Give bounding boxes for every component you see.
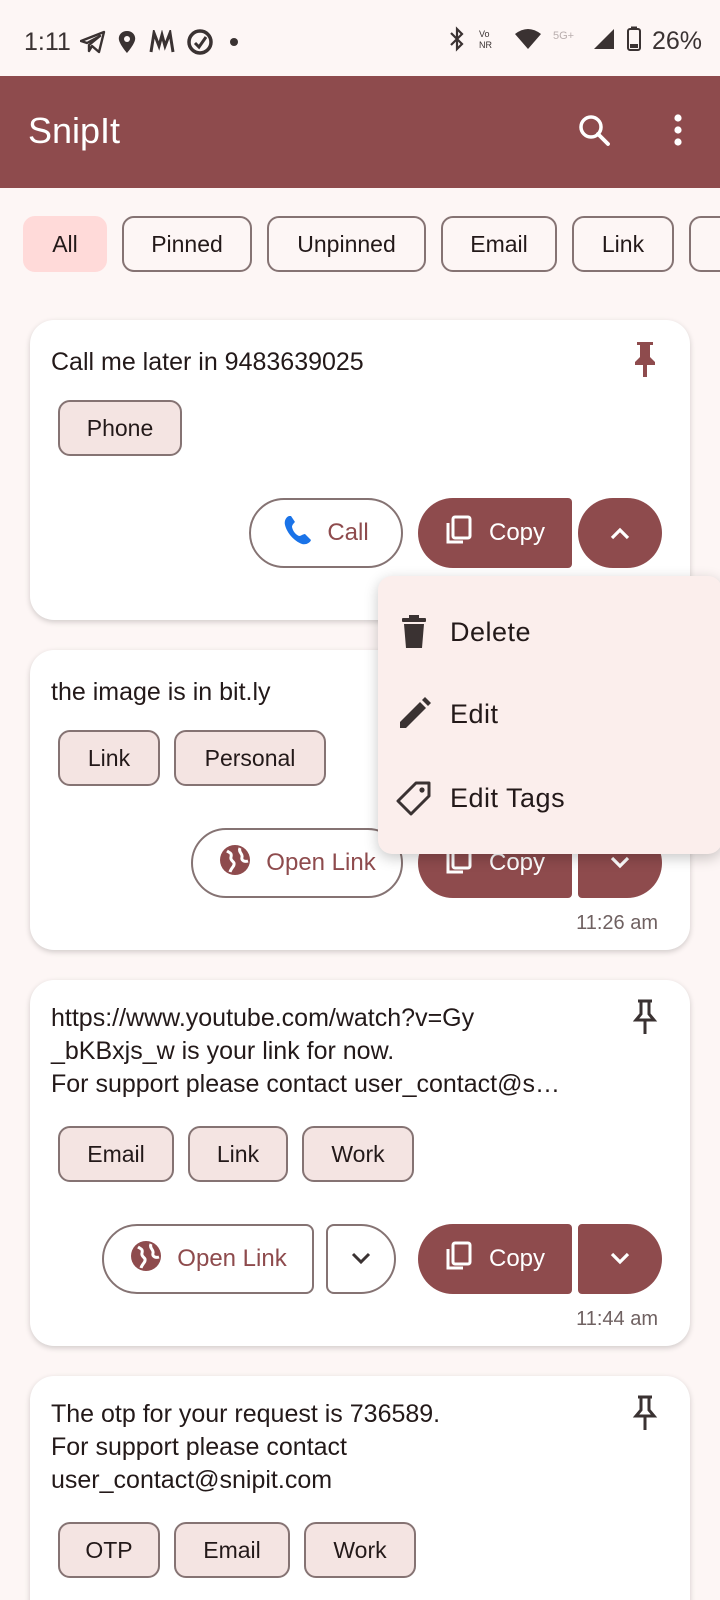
- menu-item-edit-tags[interactable]: Edit Tags: [378, 756, 720, 840]
- filter-chip-unpinned[interactable]: Unpinned: [267, 216, 426, 272]
- app-bar: SnipIt: [0, 76, 720, 188]
- app-logo-icon: [148, 26, 176, 59]
- status-bar: 1:11 Vo NR 5G+ 26%: [0, 0, 720, 76]
- filter-chip-link[interactable]: Link: [572, 216, 674, 272]
- filter-chip-all[interactable]: All: [23, 216, 107, 272]
- dot-icon: [224, 32, 244, 57]
- unpinned-icon[interactable]: [630, 998, 660, 1036]
- chevron-up-icon: [610, 527, 630, 540]
- notification-icons: [79, 26, 244, 61]
- sync-icon: [186, 28, 214, 61]
- tag-chip[interactable]: Email: [174, 1522, 290, 1578]
- more-options-button[interactable]: [654, 106, 702, 154]
- snippet-card[interactable]: The otp for your request is 736589. For …: [30, 1376, 690, 1600]
- tag-chip[interactable]: OTP: [58, 1522, 160, 1578]
- unpinned-icon[interactable]: [630, 1394, 660, 1432]
- expand-menu-button[interactable]: [578, 1224, 662, 1294]
- snippet-text: Call me later in 9483639025: [51, 348, 364, 376]
- open-link-button[interactable]: Open Link: [191, 828, 403, 898]
- location-icon: [116, 29, 138, 60]
- tag-chip[interactable]: Work: [304, 1522, 416, 1578]
- tag-chip[interactable]: Email: [58, 1126, 174, 1182]
- filter-chip-pinned[interactable]: Pinned: [122, 216, 252, 272]
- search-button[interactable]: [570, 106, 618, 154]
- copy-button-label: Copy: [488, 1245, 546, 1272]
- phone-icon: [283, 514, 313, 553]
- signal-icon: [592, 27, 616, 56]
- menu-item-label: Delete: [450, 616, 532, 647]
- chevron-down-icon: [610, 1252, 630, 1265]
- snippet-text: The otp for your request is 736589. For …: [51, 1400, 441, 1494]
- expand-menu-button[interactable]: [578, 498, 662, 568]
- card-actions-menu: Delete Edit Edit Tags: [378, 576, 720, 854]
- copy-icon: [445, 1241, 473, 1278]
- battery-percent: 26%: [651, 27, 702, 55]
- pin-icon[interactable]: [630, 340, 660, 378]
- more-vert-icon: [674, 114, 682, 146]
- globe-icon: [218, 843, 252, 884]
- svg-text:NR: NR: [479, 40, 492, 50]
- battery-icon: [626, 26, 642, 57]
- filter-chip-more[interactable]: [689, 216, 720, 272]
- tag-chip[interactable]: Link: [58, 730, 160, 786]
- chevron-down-icon: [351, 1252, 371, 1265]
- search-icon: [579, 115, 610, 146]
- link-options-button[interactable]: [326, 1224, 396, 1294]
- filter-chip-row: All Pinned Unpinned Email Link: [0, 216, 720, 274]
- open-link-button[interactable]: Open Link: [102, 1224, 314, 1294]
- timestamp: 11:44 am: [576, 1308, 658, 1330]
- tag-chip[interactable]: Work: [302, 1126, 414, 1182]
- delete-icon: [394, 612, 434, 652]
- snippet-text: https://www.youtube.com/watch?v=Gy _bKBx…: [51, 1004, 560, 1098]
- chevron-down-icon: [610, 856, 630, 869]
- copy-button[interactable]: Copy: [418, 498, 572, 568]
- svg-text:5G+: 5G+: [553, 30, 574, 42]
- tag-chip[interactable]: Personal: [174, 730, 326, 786]
- timestamp: 11:26 am: [576, 912, 658, 934]
- copy-button[interactable]: Copy: [418, 1224, 572, 1294]
- volte-icon: Vo NR: [478, 27, 504, 56]
- menu-item-delete[interactable]: Delete: [378, 590, 720, 674]
- svg-text:Vo: Vo: [479, 29, 490, 39]
- menu-item-edit[interactable]: Edit: [378, 672, 720, 756]
- copy-button-label: Copy: [488, 519, 546, 546]
- tag-icon: [394, 778, 434, 818]
- menu-item-label: Edit Tags: [450, 782, 566, 813]
- network-5g-icon: 5G+: [552, 27, 582, 56]
- telegram-icon: [79, 30, 106, 59]
- call-button-label: Call: [327, 519, 369, 546]
- globe-icon: [129, 1239, 163, 1280]
- app-title: SnipIt: [28, 110, 121, 151]
- menu-item-label: Edit: [450, 698, 499, 729]
- system-status: Vo NR 5G+ 26%: [446, 26, 702, 57]
- pencil-icon: [394, 694, 434, 734]
- snippet-card[interactable]: https://www.youtube.com/watch?v=Gy _bKBx…: [30, 980, 690, 1346]
- call-button[interactable]: Call: [249, 498, 403, 568]
- tag-chip[interactable]: Phone: [58, 400, 182, 456]
- open-link-label: Open Link: [177, 1245, 287, 1272]
- filter-chip-email[interactable]: Email: [441, 216, 557, 272]
- tag-chip[interactable]: Link: [188, 1126, 288, 1182]
- status-time: 1:11: [24, 28, 71, 56]
- open-link-label: Open Link: [266, 849, 376, 876]
- copy-icon: [445, 515, 473, 552]
- snippet-card[interactable]: Call me later in 9483639025 Phone Call C…: [30, 320, 690, 620]
- bluetooth-icon: [446, 26, 468, 57]
- wifi-icon: [514, 27, 542, 56]
